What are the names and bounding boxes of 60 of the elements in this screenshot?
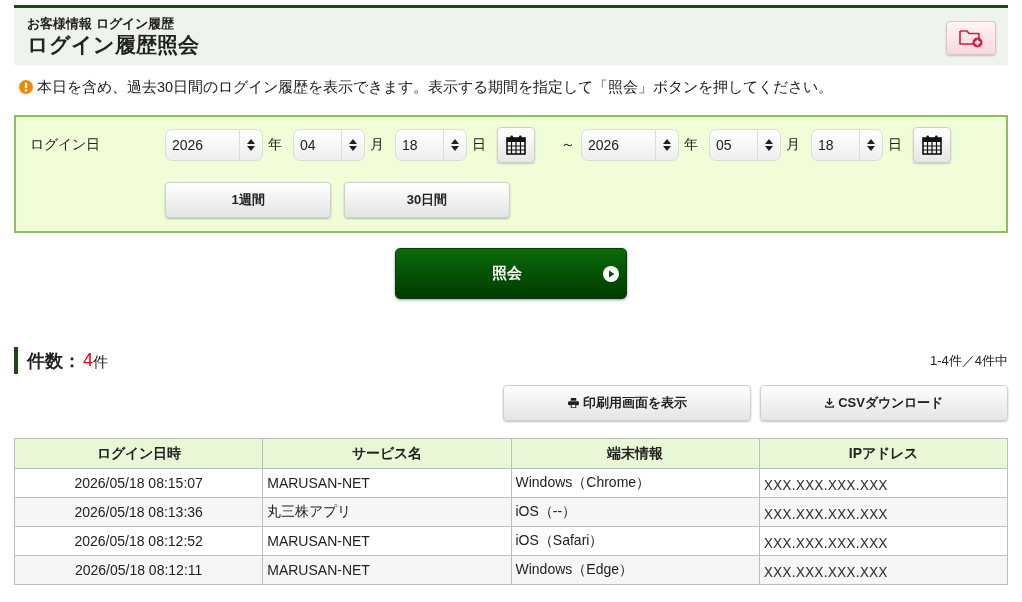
period-button[interactable]: 1週間	[165, 182, 331, 218]
csv-download-button[interactable]: CSVダウンロード	[760, 385, 1008, 421]
play-circle-icon	[603, 265, 619, 282]
calendar-button[interactable]	[913, 127, 951, 163]
day-select[interactable]: 18	[811, 129, 883, 161]
unit-label: 月	[370, 136, 384, 154]
table-cell: MARUSAN-NET	[262, 555, 511, 585]
folder-plus-icon	[959, 27, 983, 48]
up-down-caret-icon	[349, 139, 357, 151]
printer-icon	[567, 398, 579, 408]
result-range: 1-4件／4件中	[929, 351, 1008, 370]
unit-label: 日	[888, 136, 902, 154]
table-cell: XXX.XXX.XXX.XXX	[759, 497, 1008, 527]
period-button[interactable]: 30日間	[344, 182, 510, 218]
up-down-caret-icon	[247, 139, 255, 151]
calendar-icon	[506, 135, 526, 155]
up-down-caret-icon	[451, 139, 459, 151]
table-cell: 丸三株アプリ	[262, 497, 511, 527]
result-count: 件数：4件	[14, 347, 108, 374]
table-cell: Windows（Edge）	[511, 555, 760, 585]
table-cell: Windows（Chrome）	[511, 468, 760, 498]
year-select[interactable]: 2026	[581, 129, 679, 161]
up-down-caret-icon	[867, 139, 875, 151]
page-title: ログイン履歴照会	[27, 31, 199, 58]
notice-text: 本日を含め、過去30日間のログイン履歴を表示できます。表示する期間を指定して「照会」ボタンを押してください。	[37, 78, 834, 96]
month-select[interactable]: 04	[293, 129, 365, 161]
column-header: 端末情報	[511, 438, 760, 469]
table-cell: iOS（--）	[511, 497, 760, 527]
unit-label: 年	[684, 136, 698, 154]
range-separator: ～	[561, 136, 575, 154]
add-folder-button[interactable]	[946, 20, 996, 55]
unit-label: 月	[786, 136, 800, 154]
day-select[interactable]: 18	[395, 129, 467, 161]
up-down-caret-icon	[765, 139, 773, 151]
download-icon	[825, 398, 835, 408]
column-header: IPアドレス	[759, 438, 1008, 469]
table-cell: 2026/05/18 08:12:52	[14, 526, 263, 556]
calendar-icon	[922, 135, 942, 155]
table-cell: 2026/05/18 08:13:36	[14, 497, 263, 527]
table-cell: iOS（Safari）	[511, 526, 760, 556]
table-cell: XXX.XXX.XXX.XXX	[759, 555, 1008, 585]
date-label: ログイン日	[30, 136, 101, 154]
unit-label: 年	[268, 136, 282, 154]
table-cell: 2026/05/18 08:15:07	[14, 468, 263, 498]
table-cell: XXX.XXX.XXX.XXX	[759, 526, 1008, 556]
calendar-button[interactable]	[497, 127, 535, 163]
exclamation-circle-icon	[19, 80, 33, 94]
breadcrumb: お客様情報 ログイン履歴	[27, 15, 175, 32]
print-view-button[interactable]: 印刷用画面を表示	[503, 385, 751, 421]
search-button[interactable]: 照会	[395, 248, 627, 299]
table-cell: MARUSAN-NET	[262, 468, 511, 498]
year-select[interactable]: 2026	[165, 129, 263, 161]
column-header: ログイン日時	[14, 438, 263, 469]
month-select[interactable]: 05	[709, 129, 781, 161]
column-header: サービス名	[262, 438, 511, 469]
table-cell: XXX.XXX.XXX.XXX	[759, 468, 1008, 498]
table-cell: 2026/05/18 08:12:11	[14, 555, 263, 585]
up-down-caret-icon	[663, 139, 671, 151]
table-cell: MARUSAN-NET	[262, 526, 511, 556]
unit-label: 日	[472, 136, 486, 154]
